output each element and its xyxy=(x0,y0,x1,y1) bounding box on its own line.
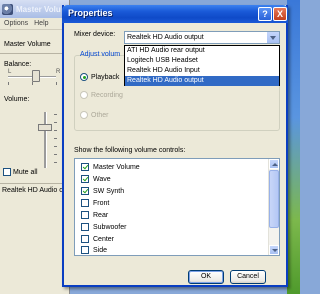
volume-tick xyxy=(54,122,57,123)
help-icon: ? xyxy=(262,9,268,19)
mixer-device-label: Mixer device: xyxy=(74,31,116,38)
radio-playback[interactable]: Playback xyxy=(80,73,119,81)
menu-bar: Options Help xyxy=(0,18,69,30)
radio-recording-button[interactable] xyxy=(80,91,88,99)
balance-tick xyxy=(56,82,57,85)
master-volume-title: Master Volu xyxy=(16,4,61,14)
mixer-device-select[interactable]: Realtek HD Audio output xyxy=(124,31,280,44)
checkbox[interactable] xyxy=(81,211,89,219)
control-label: Subwoofer xyxy=(93,223,127,231)
master-volume-window: Master Volu Options Help Master Volume B… xyxy=(0,0,70,294)
dropdown-option[interactable]: Logitech USB Headset xyxy=(125,56,279,66)
master-volume-titlebar[interactable]: Master Volu xyxy=(0,0,69,18)
list-item[interactable]: Master Volume xyxy=(81,162,140,172)
menu-options[interactable]: Options xyxy=(4,20,28,27)
properties-dialog: Properties ? X Mixer device: Realtek HD … xyxy=(62,5,288,287)
list-item[interactable]: Subwoofer xyxy=(81,222,126,232)
checkbox[interactable] xyxy=(81,163,89,171)
list-item[interactable]: SW Synth xyxy=(81,186,124,196)
mute-all-checkbox[interactable]: Mute all xyxy=(3,168,38,176)
dropdown-option[interactable]: ATI HD Audio rear output xyxy=(125,46,279,56)
scroll-down-icon[interactable] xyxy=(269,245,279,255)
checkbox[interactable] xyxy=(81,235,89,243)
mixer-device-dropdown-list: ATI HD Audio rear output Logitech USB He… xyxy=(124,45,280,86)
scroll-up-icon[interactable] xyxy=(269,159,279,169)
control-label: Front xyxy=(93,199,110,207)
mute-checkbox-box[interactable] xyxy=(3,168,11,176)
volume-tick xyxy=(54,162,57,163)
checkbox[interactable] xyxy=(81,187,89,195)
device-name-label: Master Volume xyxy=(4,41,51,48)
status-bar: Realtek HD Audio out xyxy=(0,183,70,197)
volume-tick xyxy=(54,130,57,131)
radio-recording-label: Recording xyxy=(91,91,123,99)
vertical-scrollbar[interactable] xyxy=(268,159,279,255)
balance-tick xyxy=(8,82,9,85)
checkbox[interactable] xyxy=(81,199,89,207)
mixer-device-value: Realtek HD Audio output xyxy=(127,34,204,41)
desktop-background xyxy=(287,0,300,294)
radio-recording[interactable]: Recording xyxy=(80,91,123,99)
radio-other[interactable]: Other xyxy=(80,111,109,119)
close-button[interactable]: X xyxy=(273,7,287,21)
list-item[interactable]: Side xyxy=(81,245,107,255)
list-item[interactable]: Rear xyxy=(81,210,108,220)
ok-button[interactable]: OK xyxy=(188,270,224,284)
checkbox[interactable] xyxy=(81,175,89,183)
control-label: SW Synth xyxy=(93,187,125,195)
volume-tick xyxy=(54,114,57,115)
show-controls-label: Show the following volume controls: xyxy=(74,147,186,154)
properties-titlebar[interactable]: Properties ? X xyxy=(62,5,288,23)
volume-slider-thumb[interactable] xyxy=(38,124,52,131)
control-label: Rear xyxy=(93,211,109,219)
divider xyxy=(0,53,70,54)
dropdown-option[interactable]: Realtek HD Audio Input xyxy=(125,66,279,76)
radio-other-label: Other xyxy=(91,111,109,119)
list-item[interactable]: Front xyxy=(81,198,109,208)
volume-tick xyxy=(54,154,57,155)
volume-label: Volume: xyxy=(4,96,30,103)
balance-left-label: L xyxy=(8,69,12,75)
list-item[interactable]: Wave xyxy=(81,174,111,184)
control-label: Master Volume xyxy=(93,163,140,171)
checkbox[interactable] xyxy=(81,223,89,231)
cancel-button[interactable]: Cancel xyxy=(230,270,266,284)
balance-label: Balance: xyxy=(4,61,32,68)
list-item[interactable]: Center xyxy=(81,234,114,244)
adjust-volume-label: Adjust volum xyxy=(80,51,121,58)
balance-tick xyxy=(32,82,33,85)
balance-right-label: R xyxy=(56,69,61,75)
volume-tick xyxy=(54,138,57,139)
speaker-app-icon xyxy=(2,3,13,15)
menu-help[interactable]: Help xyxy=(34,20,48,27)
help-button[interactable]: ? xyxy=(258,7,272,21)
radio-playback-label: Playback xyxy=(91,73,120,81)
volume-controls-list: Master Volume Wave SW Synth Front Rear S… xyxy=(74,158,280,256)
radio-playback-button[interactable] xyxy=(80,73,88,81)
checkbox[interactable] xyxy=(81,246,89,254)
scroll-thumb[interactable] xyxy=(269,170,279,228)
volume-slider-track[interactable] xyxy=(44,112,47,168)
volume-tick xyxy=(54,146,57,147)
control-label: Center xyxy=(93,235,115,243)
chevron-down-icon[interactable] xyxy=(266,32,279,43)
balance-slider-thumb[interactable] xyxy=(32,70,40,82)
mute-all-label: Mute all xyxy=(13,168,38,176)
close-icon: X xyxy=(276,9,283,19)
dropdown-option-selected[interactable]: Realtek HD Audio output xyxy=(125,76,279,86)
control-label: Wave xyxy=(93,175,111,183)
dialog-title: Properties xyxy=(68,8,113,18)
control-label: Side xyxy=(93,246,108,254)
radio-other-button[interactable] xyxy=(80,111,88,119)
